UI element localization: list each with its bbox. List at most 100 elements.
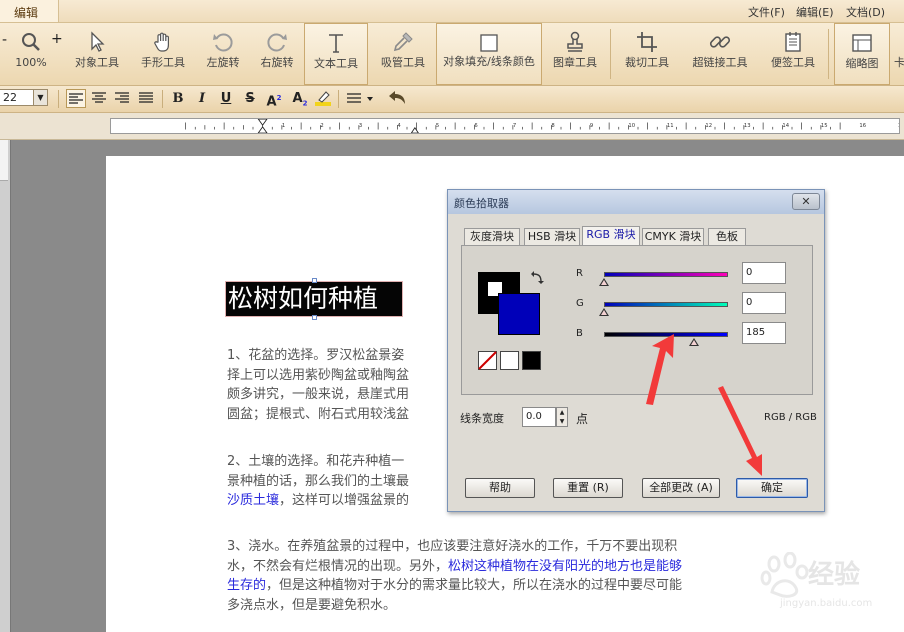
undo-arrow-icon bbox=[389, 91, 405, 104]
justify-icon bbox=[139, 92, 153, 103]
stamp-tool-button[interactable]: 图章工具 bbox=[544, 23, 606, 85]
close-icon[interactable]: ✕ bbox=[792, 193, 820, 210]
dialog-title-bar[interactable]: 颜色拾取器 ✕ bbox=[448, 190, 824, 214]
r-slider-thumb[interactable] bbox=[599, 278, 609, 286]
tab-grayscale-slider[interactable]: 灰度滑块 bbox=[464, 228, 520, 245]
text-icon bbox=[329, 34, 343, 53]
no-color-icon[interactable] bbox=[478, 351, 497, 370]
link-icon bbox=[709, 36, 731, 48]
italic-button[interactable]: I bbox=[192, 89, 212, 108]
b-slider-track[interactable] bbox=[604, 332, 728, 337]
underline-button[interactable]: U bbox=[216, 89, 236, 108]
align-center-button[interactable] bbox=[89, 89, 109, 108]
tab-rgb-slider[interactable]: RGB 滑块 bbox=[582, 226, 640, 246]
b-value-input[interactable]: 185 bbox=[742, 322, 786, 344]
chevron-down-icon[interactable]: ▼ bbox=[557, 417, 567, 426]
watermark-url: jingyan.baidu.com bbox=[780, 598, 873, 609]
rotate-right-button[interactable]: 右旋转 bbox=[246, 23, 308, 85]
tool-label: 手形工具 bbox=[141, 56, 185, 69]
eyedropper-tool-button[interactable]: 吸管工具 bbox=[372, 23, 434, 85]
ribbon-tab-edit[interactable]: 编辑 bbox=[0, 0, 59, 22]
note-tool-button[interactable]: 便签工具 bbox=[762, 23, 824, 85]
white-swatch[interactable] bbox=[500, 351, 519, 370]
tool-label: 图章工具 bbox=[553, 56, 597, 69]
side-panel-edge bbox=[0, 140, 11, 632]
ruler-number: 5 bbox=[436, 123, 439, 129]
ruler-number: 17 bbox=[898, 123, 900, 129]
selection-handle-bottom[interactable] bbox=[312, 315, 317, 320]
thumbnail-button[interactable]: 缩略图 bbox=[834, 23, 890, 85]
g-value-input[interactable]: 0 bbox=[742, 292, 786, 314]
justify-button[interactable] bbox=[136, 89, 156, 108]
line-width-unit: 点 bbox=[576, 412, 589, 426]
strikethrough-button[interactable]: S bbox=[240, 89, 260, 108]
swap-colors-icon[interactable] bbox=[530, 271, 544, 285]
line-width-stepper[interactable]: ▲ ▼ bbox=[556, 407, 568, 427]
menu-document[interactable]: 文档(D) bbox=[846, 4, 885, 20]
zoom-out-button[interactable]: - bbox=[2, 32, 7, 48]
tool-label: 超链接工具 bbox=[692, 56, 748, 69]
stamp-icon bbox=[567, 31, 583, 52]
card-button[interactable]: 卡 bbox=[892, 23, 904, 85]
align-right-button[interactable] bbox=[112, 89, 132, 108]
change-all-button[interactable]: 全部更改 (A) bbox=[642, 478, 720, 498]
paw-logo-icon bbox=[760, 552, 809, 598]
align-right-icon bbox=[115, 92, 129, 103]
black-swatch[interactable] bbox=[522, 351, 541, 370]
menu-edit[interactable]: 编辑(E) bbox=[796, 4, 834, 20]
undo-button[interactable] bbox=[386, 89, 408, 108]
magnifier-icon[interactable] bbox=[20, 31, 42, 53]
highlight-text: 生存的 bbox=[227, 578, 267, 593]
selection-handle-top[interactable] bbox=[312, 278, 317, 283]
plain-text: ，这样可以增强盆景的 bbox=[279, 493, 410, 508]
text-tool-button[interactable]: 文本工具 bbox=[304, 23, 368, 85]
font-size-select[interactable]: 22 ▼ bbox=[0, 89, 48, 106]
fill-color-swatch[interactable] bbox=[498, 293, 540, 335]
text-line: 多浇点水，但是要避免积水。 bbox=[227, 597, 397, 613]
hyperlink-tool-button[interactable]: 超链接工具 bbox=[684, 23, 756, 85]
fill-stroke-color-button[interactable]: 对象填充/线条颜色 bbox=[436, 23, 542, 85]
zoom-in-button[interactable]: + bbox=[51, 31, 63, 47]
b-slider-thumb[interactable] bbox=[688, 338, 699, 346]
tool-label: 吸管工具 bbox=[381, 56, 425, 69]
tab-swatches[interactable]: 色板 bbox=[708, 228, 746, 245]
bold-button[interactable]: B bbox=[168, 89, 188, 108]
hand-tool-button[interactable]: 手形工具 bbox=[132, 23, 194, 85]
line-width-label: 线条宽度 bbox=[460, 412, 504, 425]
chevron-down-icon[interactable]: ▼ bbox=[33, 90, 47, 105]
menu-file[interactable]: 文件(F) bbox=[748, 4, 785, 20]
r-value-input[interactable]: 0 bbox=[742, 262, 786, 284]
object-tool-button[interactable]: 对象工具 bbox=[66, 23, 128, 85]
text-line: 3、浇水。在养殖盆景的过程中，也应该要注意好浇水的工作，千万不要出现积 bbox=[227, 539, 678, 554]
align-left-button[interactable] bbox=[66, 89, 86, 108]
watermark-brand: 经验 bbox=[808, 560, 861, 590]
tool-label: 缩略图 bbox=[845, 57, 879, 70]
plain-text: ，但是这种植物对于水分的需求量比较大，所以在浇水的过程中要尽可能 bbox=[266, 578, 683, 593]
format-separator bbox=[162, 90, 163, 108]
help-button[interactable]: 帮助 bbox=[465, 478, 535, 498]
ruler-number: 2 bbox=[320, 123, 323, 129]
crop-tool-button[interactable]: 裁切工具 bbox=[616, 23, 678, 85]
zoom-level: 100% bbox=[15, 56, 47, 69]
g-slider-thumb[interactable] bbox=[599, 308, 609, 316]
r-slider-track[interactable] bbox=[604, 272, 728, 277]
reset-button[interactable]: 重置 (R) bbox=[553, 478, 623, 498]
line-width-input[interactable]: 0.0 bbox=[522, 407, 556, 427]
tool-label: 对象填充/线条颜色 bbox=[443, 55, 535, 68]
highlight-button[interactable] bbox=[313, 89, 333, 108]
tab-cmyk-slider[interactable]: CMYK 滑块 bbox=[642, 228, 704, 245]
subscript-button[interactable]: A2 bbox=[290, 89, 310, 108]
ok-button[interactable]: 确定 bbox=[736, 478, 808, 498]
horizontal-ruler[interactable]: 1234567891011121314151617 bbox=[110, 118, 900, 134]
line-spacing-button[interactable] bbox=[346, 89, 376, 108]
format-separator bbox=[338, 90, 339, 108]
chevron-up-icon[interactable]: ▲ bbox=[557, 408, 567, 417]
superscript-button[interactable]: A2 bbox=[264, 89, 284, 109]
tab-hsb-slider[interactable]: HSB 滑块 bbox=[524, 228, 580, 245]
tool-label: 便签工具 bbox=[771, 56, 815, 69]
side-panel-tab[interactable] bbox=[0, 140, 8, 181]
g-slider-track[interactable] bbox=[604, 302, 728, 307]
paragraph-3: 3、浇水。在养殖盆景的过程中，也应该要注意好浇水的工作，千万不要出现积 水，不然… bbox=[227, 537, 787, 615]
ruler-number: 10 bbox=[628, 123, 635, 129]
rotate-left-button[interactable]: 左旋转 bbox=[192, 23, 254, 85]
